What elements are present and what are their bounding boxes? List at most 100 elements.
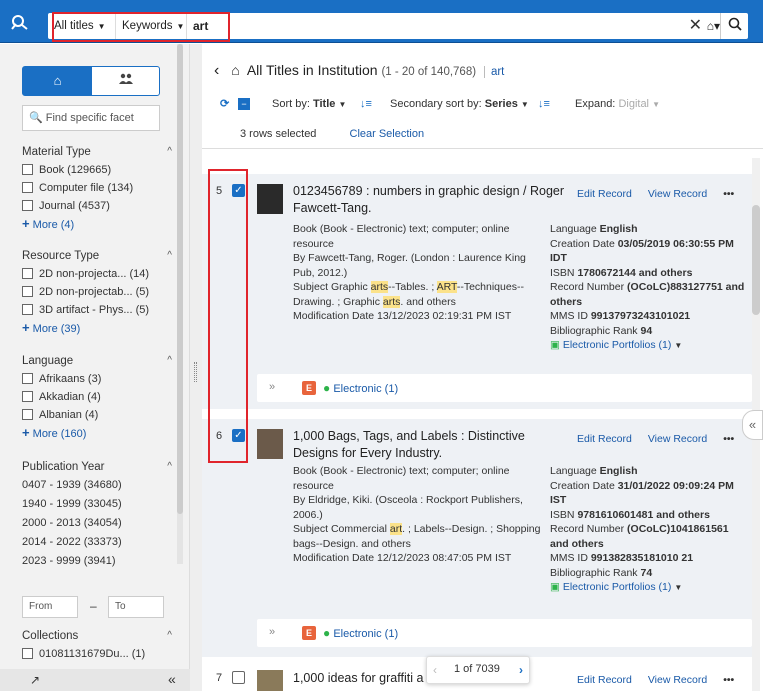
record-title[interactable]: 0123456789 : numbers in graphic design /…	[293, 183, 565, 217]
find-facet-input[interactable]: 🔍 Find specific facet	[22, 105, 160, 131]
results-scroll-thumb[interactable]	[752, 205, 760, 315]
more-link[interactable]: + More (39)	[22, 319, 172, 337]
checkbox[interactable]	[22, 373, 33, 384]
record-checkbox[interactable]	[232, 671, 245, 684]
home-tab[interactable]: ⌂	[23, 67, 92, 95]
sort-direction-icon[interactable]: ↓≡	[360, 95, 372, 113]
back-icon[interactable]: ‹	[214, 62, 219, 79]
facet-language: Language ^ Afrikaans (3) Akkadian (4) Alb…	[22, 352, 172, 442]
facet-item[interactable]: 3D artifact - Phys... (5)	[22, 301, 172, 319]
electronic-link[interactable]: ● Electronic (1)	[323, 381, 398, 395]
clear-search-icon[interactable]: ✕	[689, 13, 702, 39]
prev-page-icon[interactable]: ‹	[433, 663, 437, 677]
electronic-portfolios-dropdown[interactable]: ▣ Electronic Portfolios (1) ▼	[550, 338, 750, 354]
facet-item[interactable]: 2D non-projectab... (5)	[22, 283, 172, 301]
secondary-sort-direction-icon[interactable]: ↓≡	[538, 95, 550, 113]
record-row: 6 ✓ 1,000 Bags, Tags, and Labels : Disti…	[202, 419, 757, 657]
checkbox[interactable]	[22, 648, 33, 659]
more-actions-icon[interactable]: •••	[723, 433, 734, 445]
facet-item[interactable]: Computer file (134)	[22, 179, 172, 197]
electronic-badge-icon: E	[302, 381, 316, 395]
refresh-icon[interactable]: ⟳	[220, 95, 229, 113]
next-page-icon[interactable]: ›	[519, 663, 523, 677]
record-checkbox[interactable]: ✓	[232, 429, 245, 442]
record-actions: Edit Record View Record •••	[577, 188, 750, 200]
secondary-sort-dropdown[interactable]: Series	[485, 98, 518, 110]
facet-item[interactable]: 2D non-projecta... (14)	[22, 265, 172, 283]
portfolio-icon: ▣	[550, 581, 560, 593]
year-range-item[interactable]: 0407 - 1939 (34680)	[22, 476, 172, 495]
more-actions-icon[interactable]: •••	[723, 674, 734, 686]
facet-resource-type: Resource Type ^ 2D non-projecta... (14) 2…	[22, 247, 172, 337]
checkbox[interactable]	[22, 286, 33, 297]
view-record-link[interactable]: View Record	[648, 674, 707, 686]
facet-item[interactable]: Albanian (4)	[22, 406, 172, 424]
record-actions: Edit Record View Record •••	[577, 433, 750, 445]
app-logo-icon[interactable]	[10, 13, 30, 31]
record-title[interactable]: 1,000 Bags, Tags, and Labels : Distincti…	[293, 428, 565, 462]
electronic-badge-icon: E	[302, 626, 316, 640]
drag-handle-icon[interactable]	[194, 362, 197, 382]
checkbox[interactable]	[22, 268, 33, 279]
year-range-item[interactable]: 1940 - 1999 (33045)	[22, 495, 172, 514]
checkbox[interactable]	[22, 304, 33, 315]
search-scope-dropdown[interactable]: All titles ▼	[48, 13, 116, 39]
record-thumbnail[interactable]	[257, 429, 283, 459]
sidebar-scroll-thumb[interactable]	[177, 44, 183, 514]
year-range-item[interactable]: 2014 - 2022 (33373)	[22, 533, 172, 552]
facet-item[interactable]: Book (129665)	[22, 161, 172, 179]
electronic-link[interactable]: ● Electronic (1)	[323, 626, 398, 640]
expand-chevron-icon[interactable]: »	[269, 381, 275, 393]
more-link[interactable]: + More (160)	[22, 424, 172, 442]
search-field-dropdown[interactable]: Keywords ▼	[116, 13, 187, 39]
year-to-input[interactable]: To	[108, 596, 164, 618]
facet-item[interactable]: 01081131679Du... (1)	[22, 645, 172, 663]
more-actions-icon[interactable]: •••	[723, 188, 734, 200]
record-thumbnail[interactable]	[257, 184, 283, 214]
expand-chevron-icon[interactable]: »	[269, 626, 275, 638]
deselect-all-checkbox[interactable]: −	[238, 98, 250, 110]
electronic-portfolios-dropdown[interactable]: ▣ Electronic Portfolios (1) ▼	[550, 580, 750, 596]
chevron-up-icon[interactable]: ^	[167, 458, 172, 476]
clear-selection-link[interactable]: Clear Selection	[350, 128, 425, 140]
year-range-item[interactable]: 2000 - 2013 (34054)	[22, 514, 172, 533]
edit-record-link[interactable]: Edit Record	[577, 188, 632, 200]
chevron-up-icon[interactable]: ^	[167, 627, 172, 645]
checkbox[interactable]	[22, 164, 33, 175]
results-toolbar: ⟳ − Sort by: Title ▼ ↓≡ Secondary sort b…	[220, 95, 750, 113]
checkbox[interactable]	[22, 182, 33, 193]
edit-record-link[interactable]: Edit Record	[577, 433, 632, 445]
query-tag[interactable]: art	[483, 66, 505, 78]
collapse-sidebar-icon[interactable]: «	[168, 671, 176, 687]
chevron-up-icon[interactable]: ^	[167, 247, 172, 265]
home-scope-icon[interactable]: ⌂▾	[707, 13, 720, 39]
chevron-up-icon[interactable]: ^	[167, 143, 172, 161]
results-count: (1 - 20 of 140,768)	[381, 66, 477, 78]
view-record-link[interactable]: View Record	[648, 433, 707, 445]
expand-panel-icon[interactable]: «	[742, 410, 763, 440]
pane-divider[interactable]	[190, 44, 202, 691]
checkbox[interactable]	[22, 391, 33, 402]
page-title: ‹ ⌂ All Titles in Institution (1 - 20 of…	[214, 62, 505, 79]
year-from-input[interactable]: From	[22, 596, 78, 618]
people-tab[interactable]	[92, 67, 159, 95]
record-thumbnail[interactable]	[257, 670, 283, 691]
top-bar: All titles ▼ Keywords ▼ art ✕ ⌂▾	[0, 0, 763, 43]
expand-dropdown[interactable]: Digital	[618, 98, 649, 110]
edit-record-link[interactable]: Edit Record	[577, 674, 632, 686]
chevron-up-icon[interactable]: ^	[167, 352, 172, 370]
year-range-item[interactable]: 2023 - 9999 (3941)	[22, 552, 172, 571]
more-link[interactable]: + More (4)	[22, 215, 172, 233]
search-input[interactable]: art	[193, 13, 208, 39]
search-button[interactable]	[720, 13, 748, 39]
people-icon	[118, 73, 133, 84]
checkbox[interactable]	[22, 200, 33, 211]
checkbox[interactable]	[22, 409, 33, 420]
sort-dropdown[interactable]: Title	[313, 98, 335, 110]
facet-item[interactable]: Journal (4537)	[22, 197, 172, 215]
facet-item[interactable]: Afrikaans (3)	[22, 370, 172, 388]
record-checkbox[interactable]: ✓	[232, 184, 245, 197]
facet-item[interactable]: Akkadian (4)	[22, 388, 172, 406]
view-record-link[interactable]: View Record	[648, 188, 707, 200]
expand-icon[interactable]: ↗	[30, 673, 40, 687]
